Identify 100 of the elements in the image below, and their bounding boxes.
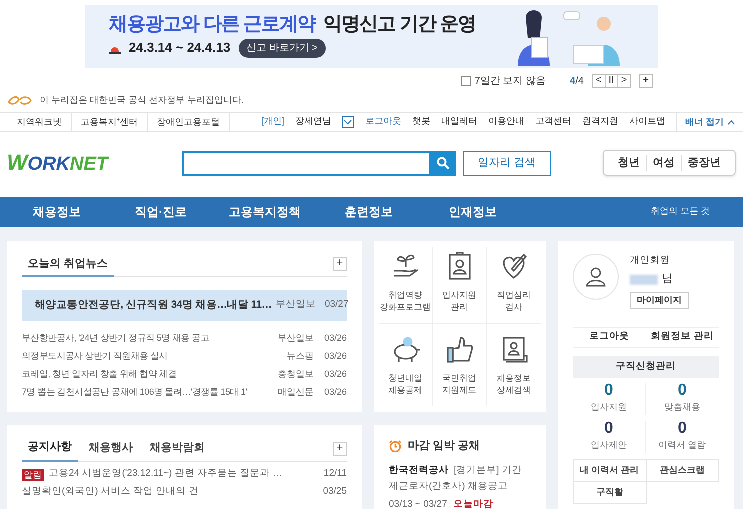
utility-link[interactable]: 로그아웃 [365,115,402,129]
news-link[interactable]: 7명 뽑는 김천시설공단 공채에 106명 몰려…'경쟁률 15대 1' [22,386,248,400]
deadline-posting[interactable]: 한국전력공사 [경기본부] 기간제근로자(간호사) 채용공고 [389,462,531,494]
stat-label: 입사지원 [591,402,627,413]
notice-tab[interactable]: 채용행사 [83,436,139,462]
nav-menu-item[interactable]: 채용정보 [5,203,109,221]
banner-title-highlight: 채용광고와 다른 근로계약 [109,15,316,34]
hide-label: 7일간 보지 않음 [474,74,546,88]
alarm-clock-icon [389,440,402,453]
stat-count[interactable]: 0 [604,383,614,399]
notice-tab[interactable]: 채용박람회 [144,436,211,462]
news-source: 부산일보 [277,332,314,345]
alert-badge: 알림 [22,468,44,480]
news-link[interactable]: 의정부도시공사 상반기 직원채용 실시 [22,350,168,364]
quick-menu-item[interactable]: 취업역량 강화프로그램 [379,247,433,324]
member-menu-link[interactable]: 구직활 [574,482,646,504]
notice-link[interactable]: 고용24 시범운영('23.12.11~) 관련 자주묻는 질문과 … [49,467,282,482]
quick-menu-item[interactable]: 채용정보 상세검색 [487,324,541,406]
news-date: 03/26 [323,386,347,399]
job-application-header: 구직신청관리 [573,356,719,378]
stat-label: 이력서 열람 [658,440,706,451]
notice-link[interactable]: 실명확인(외국인) 서비스 작업 안내의 건 [22,485,199,500]
quick-menu-item[interactable]: 입사지원 관리 [433,247,487,324]
segment-link[interactable]: 청년 [612,154,646,172]
news-date: 03/26 [323,368,347,381]
dropdown-button[interactable] [342,116,354,128]
featured-news-item[interactable]: 해양교통안전공단, 신규직원 34명 채용…내달 11… 부산일보 03/27 [22,290,347,321]
deadline-title: 마감 임박 공채 [408,439,480,454]
stat-count[interactable]: 0 [678,383,687,399]
notice-tab[interactable]: 공지사항 [22,436,78,462]
nav-menu-item[interactable]: 고용복지정책 [213,203,317,221]
utility-link[interactable]: 이용안내 [488,115,524,129]
utility-link[interactable]: 고용복지⁺센터 [72,113,148,131]
quick-menu-label: 입사지원 관리 [442,289,476,313]
member-info-link[interactable]: 회원정보 관리 [646,330,719,345]
utility-link[interactable]: 사이트맵 [629,115,666,129]
egov-logo-icon [8,96,32,106]
user-name: 장세연님 [295,115,332,128]
search-button[interactable] [431,150,456,176]
pause-button[interactable]: II [604,75,618,87]
blurred-name [630,274,658,284]
utility-link[interactable]: 고객센터 [535,115,572,129]
add-button[interactable]: + [639,74,653,88]
nav-menu-item[interactable]: 인재정보 [421,203,525,221]
segment-link[interactable]: 여성 [646,154,681,172]
stat-label: 맞춤채용 [664,402,700,413]
news-headline: 해양교통안전공단, 신규직원 34명 채용…내달 11… [35,298,272,313]
search-field[interactable] [182,150,431,176]
banner-title: 익명신고 기간 운영 [324,15,476,34]
chevron-down-icon [344,120,352,124]
stat-count[interactable]: 0 [604,421,614,437]
hide-checkbox[interactable] [460,76,471,86]
notice-date: 12/11 [324,467,347,482]
page-current: 4 [570,74,576,88]
worknet-logo: WORKNET [7,149,110,178]
prev-button[interactable]: < [592,75,605,87]
mypage-button[interactable]: 마이페이지 [630,292,689,310]
quick-menu-label: 국민취업 지원제도 [442,372,476,396]
quick-menu-item[interactable]: 국민취업 지원제도 [433,324,487,406]
member-type: 개인회원 [630,254,670,268]
quick-menu-label: 취업역량 강화프로그램 [380,289,431,313]
more-button[interactable]: + [333,256,347,270]
member-menu-link[interactable]: 관심스크랩 [646,460,719,482]
news-title: 오늘의 취업뉴스 [22,250,114,276]
job-search-button[interactable]: 일자리 검색 [463,150,551,176]
news-link[interactable]: 코레일, 청년 일자리 창출 위해 협약 체결 [22,368,177,382]
news-source: 부산일보 [274,298,316,312]
gov-notice-text: 이 누리집은 대한민국 공식 전자정부 누리집입니다. [40,94,244,108]
quick-menu-label: 청년내일 채용공제 [388,372,422,396]
logout-link[interactable]: 로그아웃 [573,330,646,345]
utility-link[interactable]: 챗봇 [412,115,430,129]
nav-menu-item[interactable]: 직업·진로 [109,203,213,221]
next-button[interactable]: > [618,75,630,87]
collapse-banner-button[interactable]: 배너 접기 [676,113,743,131]
quick-menu-label: 직업심리 검사 [497,289,531,313]
utility-link[interactable]: 원격지원 [582,115,618,129]
user-icon [586,267,606,287]
member-menu-link[interactable]: 내 이력서 관리 [574,460,646,482]
news-date: 03/26 [323,350,347,363]
quick-menu-label: 채용정보 상세검색 [497,372,531,396]
stat-label: 입사제안 [591,440,627,451]
more-button[interactable]: + [333,442,347,456]
chevron-up-icon [728,120,735,124]
segment-link[interactable]: 중장년 [681,154,727,172]
quick-menu-item[interactable]: 직업심리 검사 [487,247,541,324]
news-date: 03/27 [324,298,349,312]
utility-link[interactable]: 장애인고용포털 [148,113,230,131]
quick-menu-item[interactable]: 청년내일 채용공제 [379,324,433,406]
nav-menu-item[interactable]: 훈련정보 [317,203,421,221]
news-source: 매일신문 [277,386,314,399]
utility-link[interactable]: 내일레터 [441,115,478,129]
stat-count[interactable]: 0 [678,421,687,437]
news-source: 충청일보 [277,368,314,381]
news-link[interactable]: 부산항만공사, '24년 상반기 정규직 5명 채용 공고 [22,332,210,346]
utility-link[interactable]: 지역워크넷 [8,113,72,131]
news-date: 03/26 [323,332,347,345]
page-total: /4 [576,74,584,88]
search-icon [437,156,450,170]
report-link-button[interactable]: 신고 바로가기 > [238,38,326,58]
nav-menu-item[interactable]: 취업의 모든 것 [650,205,710,219]
